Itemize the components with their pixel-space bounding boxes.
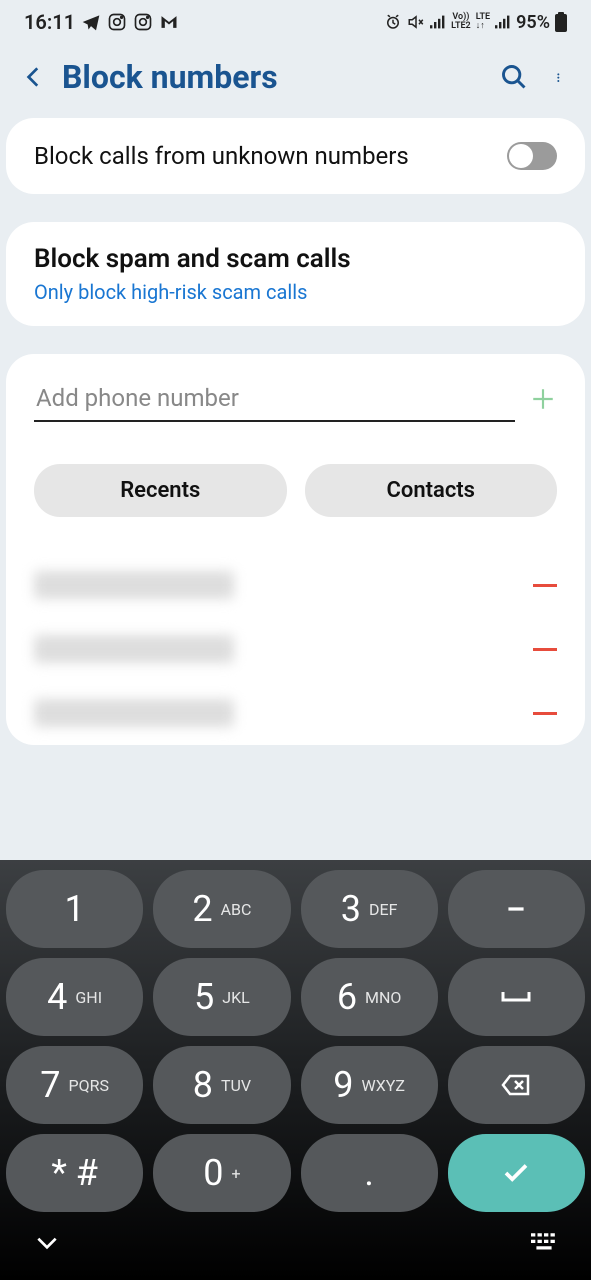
blocked-list <box>34 553 557 745</box>
signal-icon <box>430 15 446 29</box>
key-1[interactable]: 1 <box>6 870 143 948</box>
add-number-button[interactable] <box>529 385 557 413</box>
status-right: Vo))LTE2 LTE↓↑ 95% <box>384 12 567 33</box>
search-button[interactable] <box>499 62 529 92</box>
key-5[interactable]: 5JKL <box>153 958 290 1036</box>
block-unknown-toggle[interactable] <box>507 142 557 170</box>
key-0[interactable]: 0+ <box>153 1134 290 1212</box>
battery-icon <box>555 12 567 32</box>
phone-number-input[interactable] <box>34 376 515 422</box>
key-minus[interactable] <box>448 870 585 948</box>
key-* #[interactable]: * # <box>6 1134 143 1212</box>
back-button[interactable] <box>20 63 48 91</box>
toggle-knob <box>509 144 533 168</box>
key-4[interactable]: 4GHI <box>6 958 143 1036</box>
status-bar: 16:11 Vo))LTE2 LTE↓↑ 95% <box>0 0 591 40</box>
status-time: 16:11 <box>24 10 75 34</box>
keyboard-switch-button[interactable] <box>531 1230 557 1260</box>
signal-icon-2 <box>495 15 511 29</box>
key-9[interactable]: 9WXYZ <box>301 1046 438 1124</box>
block-unknown-label: Block calls from unknown numbers <box>34 142 409 170</box>
keyboard-collapse-button[interactable] <box>34 1230 60 1260</box>
battery-percent: 95% <box>516 12 550 33</box>
alarm-icon <box>384 13 402 31</box>
key-backspace[interactable] <box>448 1046 585 1124</box>
key-confirm[interactable] <box>448 1134 585 1212</box>
remove-button[interactable] <box>533 584 557 587</box>
block-unknown-card[interactable]: Block calls from unknown numbers <box>6 118 585 194</box>
mute-icon <box>407 13 425 31</box>
contacts-button[interactable]: Contacts <box>305 464 558 517</box>
more-options-button[interactable] <box>551 62 571 92</box>
page-title: Block numbers <box>62 58 499 96</box>
blocked-item <box>34 617 557 681</box>
telegram-icon <box>81 12 101 32</box>
block-spam-card[interactable]: Block spam and scam calls Only block hig… <box>6 222 585 326</box>
app-header: Block numbers <box>0 40 591 118</box>
remove-button[interactable] <box>533 648 557 651</box>
block-spam-subtitle: Only block high-risk scam calls <box>34 280 557 304</box>
status-left: 16:11 <box>24 10 179 34</box>
blocked-number <box>34 571 234 599</box>
numeric-keypad: 12ABC3DEF 4GHI5JKL6MNO 7PQRS8TUV9WXYZ * #0+… <box>0 860 591 1280</box>
block-spam-title: Block spam and scam calls <box>34 244 557 274</box>
instagram-icon <box>107 12 127 32</box>
instagram-icon-2 <box>133 12 153 32</box>
key-6[interactable]: 6MNO <box>301 958 438 1036</box>
key-7[interactable]: 7PQRS <box>6 1046 143 1124</box>
key-.[interactable]: . <box>301 1134 438 1212</box>
gmail-icon <box>159 12 179 32</box>
key-space[interactable] <box>448 958 585 1036</box>
add-number-card: Recents Contacts <box>6 354 585 745</box>
blocked-item <box>34 553 557 617</box>
volte-icon: Vo))LTE2 <box>451 13 471 31</box>
blocked-item <box>34 681 557 745</box>
remove-button[interactable] <box>533 712 557 715</box>
key-2[interactable]: 2ABC <box>153 870 290 948</box>
blocked-number <box>34 635 234 663</box>
key-3[interactable]: 3DEF <box>301 870 438 948</box>
key-8[interactable]: 8TUV <box>153 1046 290 1124</box>
lte-icon: LTE↓↑ <box>476 13 490 31</box>
blocked-number <box>34 699 234 727</box>
recents-button[interactable]: Recents <box>34 464 287 517</box>
